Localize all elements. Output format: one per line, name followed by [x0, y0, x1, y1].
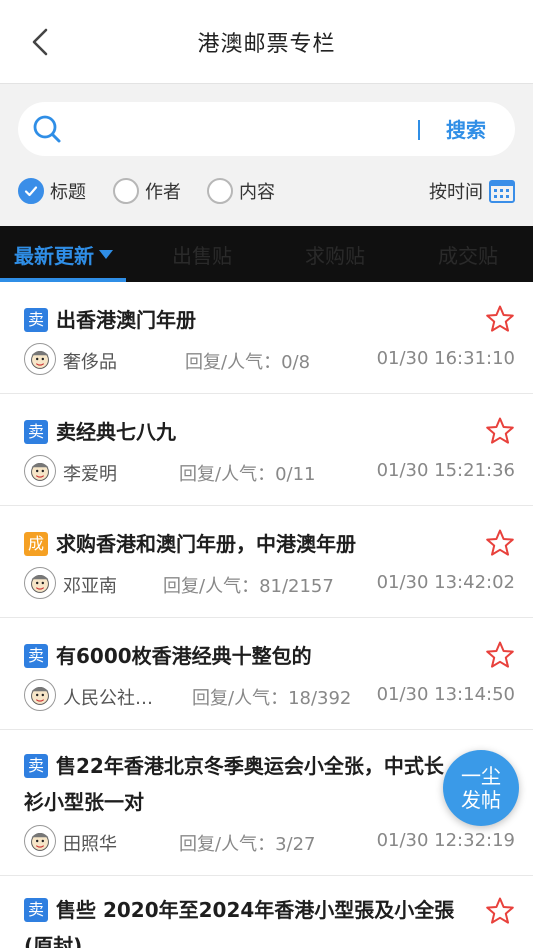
avatar [24, 679, 56, 711]
header-bar: 港澳邮票专栏 [0, 0, 533, 84]
post-title-row: 成求购香港和澳门年册，中港澳年册 [24, 526, 464, 562]
calendar-icon [489, 180, 515, 203]
sort-label: 按时间 [429, 182, 483, 203]
search-box: 搜索 [18, 102, 515, 156]
post-title-row: 卖出香港澳门年册 [24, 302, 464, 338]
search-button[interactable]: 搜索 [446, 114, 486, 143]
filter-title-option[interactable]: 标题 [18, 176, 86, 206]
favorite-star-icon[interactable] [485, 528, 515, 558]
filter-author-option[interactable]: 作者 [113, 176, 181, 206]
post-author[interactable]: 邓亚南 [63, 572, 117, 598]
post-meta-row: 田照华 回复/人气：3/27 01/30 12:32:19 [24, 825, 515, 859]
post-author[interactable]: 李爱明 [63, 460, 117, 486]
sell-badge: 卖 [24, 754, 48, 778]
avatar [24, 343, 56, 375]
post-author[interactable]: 奢侈品 [63, 348, 117, 374]
sell-badge: 卖 [24, 420, 48, 444]
avatar [24, 567, 56, 599]
post-title-row: 卖有6000枚香港经典十整包的 [24, 638, 464, 674]
radio-checked-icon [18, 178, 44, 204]
favorite-star-icon[interactable] [485, 416, 515, 446]
reply-popularity: 回复/人气：0/11 [179, 464, 316, 485]
search-icon [33, 115, 61, 143]
avatar [24, 825, 56, 857]
post-title: 售些 2020年至2024年香港小型張及小全張(原封) [24, 898, 455, 948]
post-title: 求购香港和澳门年册，中港澳年册 [56, 532, 356, 556]
category-tab-bar: 最新更新 出售贴 求购贴 成交贴 [0, 226, 533, 282]
page-title: 港澳邮票专栏 [197, 32, 336, 57]
favorite-star-icon[interactable] [485, 640, 515, 670]
reply-popularity: 回复/人气：3/27 [179, 834, 316, 855]
search-area: 搜索 标题 作者 内容 按时间 [0, 84, 533, 226]
tab-latest[interactable]: 最新更新 [14, 226, 114, 282]
post-title: 有6000枚香港经典十整包的 [56, 644, 312, 668]
post-meta-row: 人民公社… 回复/人气：18/392 01/30 13:14:50 [24, 679, 515, 713]
post-time: 01/30 15:21:36 [376, 460, 515, 481]
post-list: 卖出香港澳门年册 奢侈品 回复/人气：0/8 01/30 16:31:10 卖卖… [0, 282, 533, 948]
fab-line2: 发帖 [461, 788, 501, 812]
list-item[interactable]: 卖售些 2020年至2024年香港小型張及小全張(原封) [0, 876, 533, 948]
caret-down-icon [99, 250, 113, 259]
reply-popularity: 回复/人气：81/2157 [163, 576, 334, 597]
post-meta-row: 奢侈品 回复/人气：0/8 01/30 16:31:10 [24, 343, 515, 377]
list-item[interactable]: 卖有6000枚香港经典十整包的 人民公社… 回复/人气：18/392 01/30… [0, 618, 533, 730]
post-time: 01/30 12:32:19 [376, 830, 515, 851]
post-title-row: 卖卖经典七八九 [24, 414, 464, 450]
post-title: 售22年香港北京冬季奥运会小全张，中式长衫小型张一对 [24, 754, 444, 814]
reply-popularity: 回复/人气：18/392 [192, 688, 352, 709]
search-divider [418, 120, 420, 140]
sell-badge: 卖 [24, 898, 48, 922]
post-title-row: 卖售些 2020年至2024年香港小型張及小全張(原封) [24, 892, 464, 948]
post-title: 卖经典七八九 [56, 420, 176, 444]
filter-label: 标题 [50, 182, 86, 203]
reply-popularity: 回复/人气：0/8 [185, 352, 311, 373]
tab-want-to-buy[interactable]: 求购贴 [305, 226, 365, 282]
tab-for-sale[interactable]: 出售贴 [172, 226, 232, 282]
sell-badge: 卖 [24, 644, 48, 668]
filter-label: 作者 [145, 182, 181, 203]
post-meta-row: 李爱明 回复/人气：0/11 01/30 15:21:36 [24, 455, 515, 489]
list-item[interactable]: 成求购香港和澳门年册，中港澳年册 邓亚南 回复/人气：81/2157 01/30… [0, 506, 533, 618]
favorite-star-icon[interactable] [485, 304, 515, 334]
list-item[interactable]: 卖卖经典七八九 李爱明 回复/人气：0/11 01/30 15:21:36 [0, 394, 533, 506]
radio-unchecked-icon [113, 178, 139, 204]
sell-badge: 卖 [24, 308, 48, 332]
filter-content-option[interactable]: 内容 [207, 176, 275, 206]
post-title-row: 卖售22年香港北京冬季奥运会小全张，中式长衫小型张一对 [24, 748, 454, 820]
post-title: 出香港澳门年册 [56, 308, 196, 332]
radio-unchecked-icon [207, 178, 233, 204]
new-post-button[interactable]: 一尘 发帖 [443, 750, 519, 826]
favorite-star-icon[interactable] [485, 896, 515, 926]
tab-completed[interactable]: 成交贴 [438, 226, 498, 282]
post-time: 01/30 16:31:10 [376, 348, 515, 369]
list-item[interactable]: 卖出香港澳门年册 奢侈品 回复/人气：0/8 01/30 16:31:10 [0, 282, 533, 394]
post-time: 01/30 13:14:50 [376, 684, 515, 705]
fab-line1: 一尘 [461, 764, 501, 788]
post-author[interactable]: 人民公社… [63, 684, 153, 710]
sort-by-time-button[interactable]: 按时间 [429, 176, 515, 206]
search-filter-options: 标题 作者 内容 按时间 [18, 176, 515, 206]
post-time: 01/30 13:42:02 [376, 572, 515, 593]
completed-badge: 成 [24, 532, 48, 556]
post-author[interactable]: 田照华 [63, 830, 117, 856]
post-meta-row: 邓亚南 回复/人气：81/2157 01/30 13:42:02 [24, 567, 515, 601]
search-input[interactable] [74, 110, 414, 148]
tab-label: 最新更新 [14, 243, 94, 268]
filter-label: 内容 [239, 182, 275, 203]
avatar [24, 455, 56, 487]
